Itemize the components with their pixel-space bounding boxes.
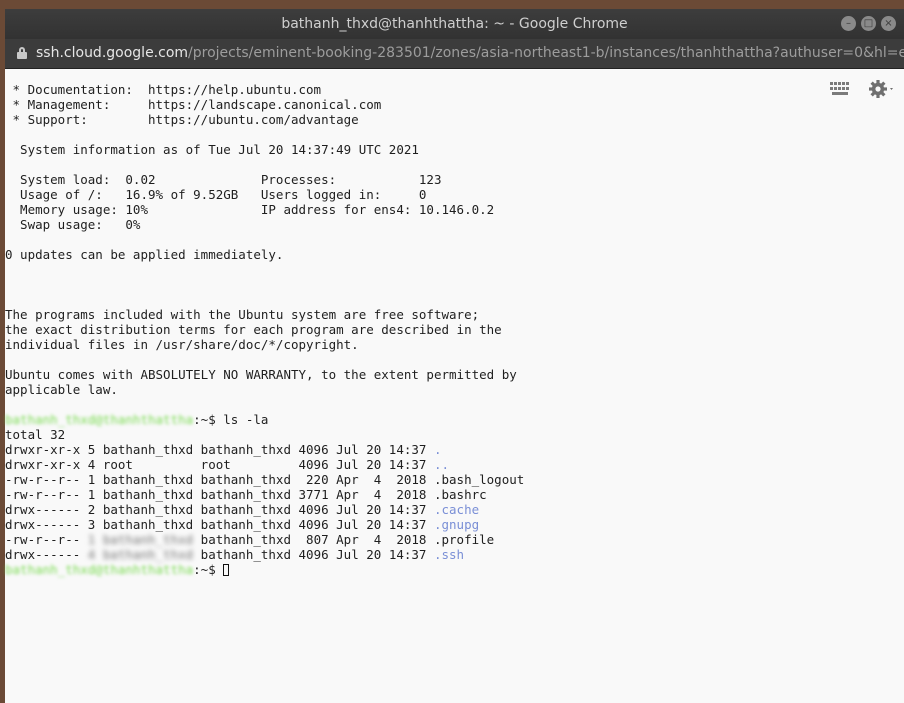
listing-name: . <box>433 442 442 457</box>
title-bar[interactable]: bathanh_thxd@thanhthattha: ~ - Google Ch… <box>5 9 904 39</box>
terminal-line: The programs included with the Ubuntu sy… <box>5 307 480 322</box>
window-title: bathanh_thxd@thanhthattha: ~ - Google Ch… <box>281 16 628 32</box>
terminal-cursor[interactable] <box>223 564 230 576</box>
prompt-host: bathanh_thxd@thanhthattha <box>5 412 194 427</box>
prompt-line: bathanh_thxd@thanhthattha:~$ ls -la <box>5 412 524 427</box>
terminal-line: Memory usage: 10% IP address for ens4: 1… <box>5 202 495 217</box>
listing-name: .. <box>433 457 450 472</box>
listing-perms: drwx------ <box>5 547 88 562</box>
terminal-output: * Documentation: https://help.ubuntu.com… <box>5 82 524 577</box>
url-text[interactable]: ssh.cloud.google.com/projects/eminent-bo… <box>36 39 904 68</box>
maximize-icon[interactable]: □ <box>861 16 876 31</box>
terminal-line: the exact distribution terms for each pr… <box>5 322 502 337</box>
listing-row: -rw-r--r-- 1 bathanh_thxd bathanh_thxd 8… <box>5 532 524 547</box>
listing-row: drwx------ 2 bathanh_thxd bathanh_thxd 4… <box>5 502 524 517</box>
listing-row: -rw-r--r-- 1 bathanh_thxd bathanh_thxd 2… <box>5 472 524 487</box>
terminal-line: System information as of Tue Jul 20 14:3… <box>5 142 419 157</box>
terminal-line: 0 updates can be applied immediately. <box>5 247 284 262</box>
url-host: ssh.cloud.google.com <box>36 45 189 61</box>
listing-row: drwx------ 3 bathanh_thxd bathanh_thxd 4… <box>5 517 524 532</box>
url-path: /projects/eminent-booking-283501/zones/a… <box>188 45 904 61</box>
listing-meta: drwx------ 2 bathanh_thxd bathanh_thxd 4… <box>5 502 434 517</box>
terminal-line: * Documentation: https://help.ubuntu.com <box>5 82 322 97</box>
listing-name: .profile <box>433 532 495 547</box>
listing-meta: bathanh_thxd 807 Apr 4 2018 <box>193 532 434 547</box>
listing-meta: bathanh_thxd 4096 Jul 20 14:37 <box>193 547 434 562</box>
listing-name: .gnupg <box>433 517 480 532</box>
terminal-line: Ubuntu comes with ABSOLUTELY NO WARRANTY… <box>5 367 517 382</box>
close-icon[interactable]: × <box>881 16 896 31</box>
listing-row: -rw-r--r-- 1 bathanh_thxd bathanh_thxd 3… <box>5 487 524 502</box>
listing-name: .ssh <box>433 547 465 562</box>
window-controls: – □ × <box>841 16 896 31</box>
terminal-line: Usage of /: 16.9% of 9.52GB Users logged… <box>5 187 427 202</box>
chrome-window: bathanh_thxd@thanhthattha: ~ - Google Ch… <box>5 9 904 703</box>
prompt-suffix: :~$ <box>193 412 224 427</box>
listing-row: drwxr-xr-x 5 bathanh_thxd bathanh_thxd 4… <box>5 442 524 457</box>
terminal-toolbar <box>830 79 896 99</box>
command-text: ls -la <box>223 412 269 427</box>
listing-perms: -rw-r--r-- <box>5 532 88 547</box>
lock-icon[interactable] <box>17 47 27 59</box>
listing-row: drwxr-xr-x 4 root root 4096 Jul 20 14:37… <box>5 457 524 472</box>
address-bar[interactable]: ssh.cloud.google.com/projects/eminent-bo… <box>5 39 904 69</box>
listing-name: .cache <box>433 502 480 517</box>
listing-meta: -rw-r--r-- 1 bathanh_thxd bathanh_thxd 2… <box>5 472 434 487</box>
prompt-suffix: :~$ <box>193 562 224 577</box>
terminal-line: * Support: https://ubuntu.com/advantage <box>5 112 359 127</box>
keyboard-icon[interactable] <box>830 82 850 96</box>
terminal-line: * Management: https://landscape.canonica… <box>5 97 382 112</box>
listing-total: total 32 <box>5 427 66 442</box>
listing-owner-blurred: 4 bathanh_thxd <box>87 547 194 562</box>
listing-meta: -rw-r--r-- 1 bathanh_thxd bathanh_thxd 3… <box>5 487 434 502</box>
ssh-terminal[interactable]: * Documentation: https://help.ubuntu.com… <box>5 69 904 703</box>
minimize-icon[interactable]: – <box>841 16 856 31</box>
terminal-line: System load: 0.02 Processes: 123 <box>5 172 442 187</box>
terminal-line: Swap usage: 0% <box>5 217 141 232</box>
listing-row: drwx------ 4 bathanh_thxd bathanh_thxd 4… <box>5 547 524 562</box>
listing-meta: drwxr-xr-x 5 bathanh_thxd bathanh_thxd 4… <box>5 442 434 457</box>
terminal-line: individual files in /usr/share/doc/*/cop… <box>5 337 359 352</box>
terminal-line: applicable law. <box>5 382 118 397</box>
listing-owner-blurred: 1 bathanh_thxd <box>87 532 194 547</box>
listing-meta: drwx------ 3 bathanh_thxd bathanh_thxd 4… <box>5 517 434 532</box>
gear-icon[interactable] <box>868 79 896 99</box>
listing-name: .bashrc <box>433 487 487 502</box>
listing-meta: drwxr-xr-x 4 root root 4096 Jul 20 14:37 <box>5 457 434 472</box>
prompt-line-current: bathanh_thxd@thanhthattha:~$ <box>5 562 524 577</box>
prompt-host: bathanh_thxd@thanhthattha <box>5 562 194 577</box>
listing-name: .bash_logout <box>433 472 525 487</box>
